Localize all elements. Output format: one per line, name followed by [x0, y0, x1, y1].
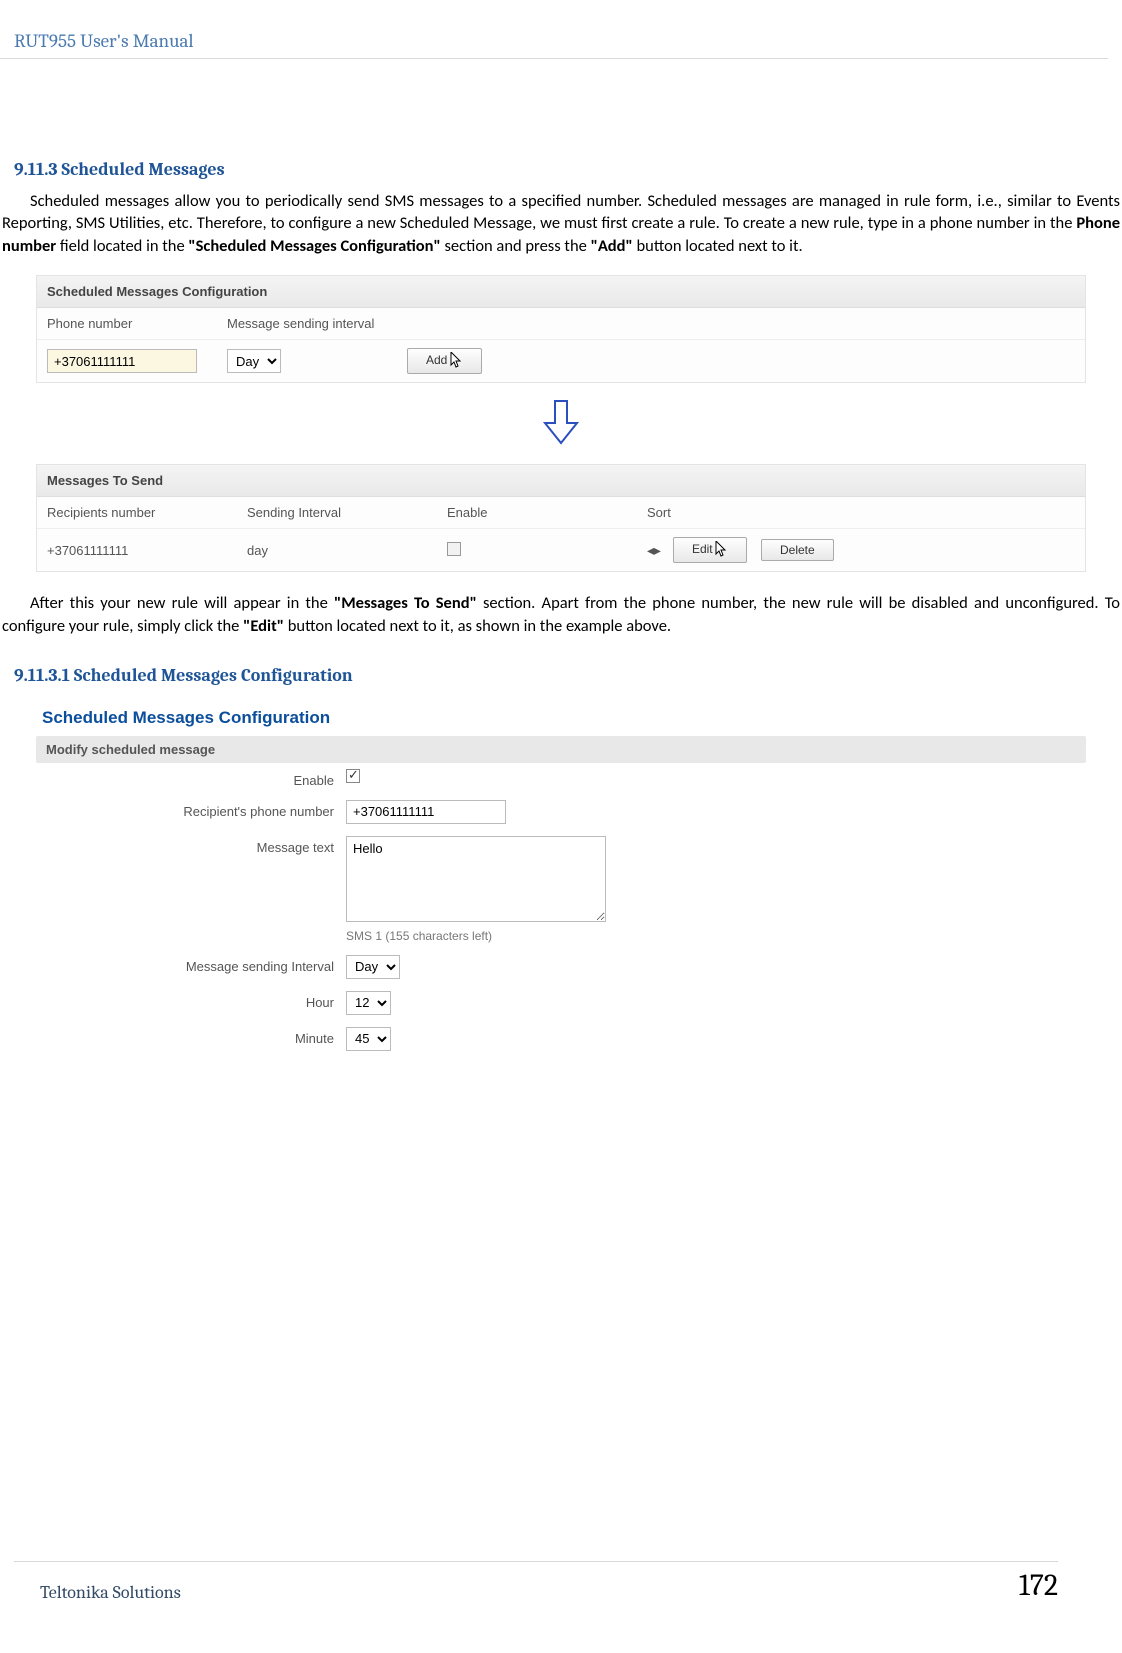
config-title: Scheduled Messages Configuration: [36, 700, 1086, 736]
config-subhead: Modify scheduled message: [36, 736, 1086, 763]
sort-handles[interactable]: ◂ ▸: [647, 542, 659, 559]
form-row-message: Message text SMS 1 (155 characters left): [36, 830, 1086, 949]
panel1-input-row: Day Add: [37, 340, 1085, 382]
form-row-recipient: Recipient's phone number: [36, 794, 1086, 830]
panel2-columns: Recipients number Sending Interval Enabl…: [37, 497, 1085, 529]
down-arrow-icon: [0, 397, 1122, 450]
panel1-columns: Phone number Message sending interval: [37, 308, 1085, 341]
config-screenshot: Scheduled Messages Configuration Modify …: [36, 700, 1086, 1057]
interval-label: Message sending Interval: [36, 955, 346, 974]
section-heading: 9.11.3 Scheduled Messages: [0, 159, 1122, 190]
enable-checkbox[interactable]: [447, 542, 461, 556]
enable-checkbox-checked[interactable]: [346, 769, 360, 783]
after-paragraph: After this your new rule will appear in …: [0, 578, 1122, 649]
footer-company: Teltonika Solutions: [14, 1582, 181, 1603]
enable-label: Enable: [36, 769, 346, 788]
col-sint: Sending Interval: [247, 505, 447, 520]
page-header: RUT955 User's Manual: [0, 30, 1108, 59]
form-row-minute: Minute 45: [36, 1021, 1086, 1057]
row-interval: day: [247, 543, 447, 558]
col-enable: Enable: [447, 505, 647, 520]
page-number: 172: [1019, 1568, 1058, 1603]
page-footer: Teltonika Solutions 172: [14, 1561, 1058, 1603]
cursor-icon: [712, 541, 728, 559]
messages-to-send-panel: Messages To Send Recipients number Sendi…: [36, 464, 1086, 572]
form-row-hour: Hour 12: [36, 985, 1086, 1021]
intro-paragraph: Scheduled messages allow you to periodic…: [0, 190, 1122, 269]
interval-select[interactable]: Day: [227, 349, 281, 373]
col-recip: Recipients number: [47, 505, 247, 520]
table-row: +37061111111 day ◂ ▸ Edit Delete: [37, 529, 1085, 571]
scheduled-config-panel: Scheduled Messages Configuration Phone n…: [36, 275, 1086, 384]
col-interval-label: Message sending interval: [227, 316, 407, 332]
col-phone-label: Phone number: [47, 316, 227, 331]
delete-button[interactable]: Delete: [761, 539, 834, 561]
add-button[interactable]: Add: [407, 348, 482, 374]
subsection-number: 9.11.3.1: [14, 665, 70, 686]
col-sort: Sort: [647, 505, 1075, 520]
subsection-title-text: Scheduled Messages Configuration: [74, 665, 353, 686]
interval-select-config[interactable]: Day: [346, 955, 400, 979]
subsection-heading: 9.11.3.1 Scheduled Messages Configuratio…: [0, 649, 1122, 696]
hour-select[interactable]: 12: [346, 991, 391, 1015]
phone-number-input[interactable]: [47, 349, 197, 373]
edit-button[interactable]: Edit: [673, 537, 747, 563]
row-phone: +37061111111: [47, 543, 247, 558]
form-row-enable: Enable: [36, 763, 1086, 794]
cursor-icon: [447, 352, 463, 370]
form-row-interval: Message sending Interval Day: [36, 949, 1086, 985]
recipient-input[interactable]: [346, 800, 506, 824]
panel2-header: Messages To Send: [37, 465, 1085, 497]
section-title-text: Scheduled Messages: [62, 159, 225, 180]
section-number: 9.11.3: [14, 159, 58, 180]
sms-hint: SMS 1 (155 characters left): [346, 925, 1086, 943]
minute-label: Minute: [36, 1027, 346, 1046]
message-textarea[interactable]: [346, 836, 606, 922]
message-label: Message text: [36, 836, 346, 855]
minute-select[interactable]: 45: [346, 1027, 391, 1051]
hour-label: Hour: [36, 991, 346, 1010]
panel1-header: Scheduled Messages Configuration: [37, 276, 1085, 308]
recipient-label: Recipient's phone number: [36, 800, 346, 819]
